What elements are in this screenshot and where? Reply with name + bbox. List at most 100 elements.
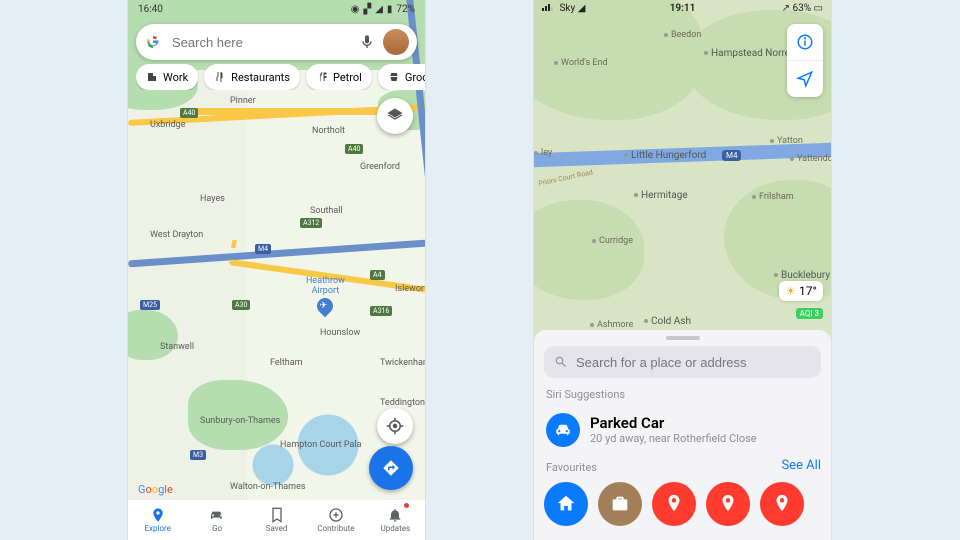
city-label: Sunbury-on-Thames: [200, 416, 280, 426]
map-controls: [787, 24, 823, 97]
town-label: Ashmore: [590, 320, 633, 330]
city-label: Isleworth: [395, 284, 425, 294]
battery-percent: 63%: [792, 3, 811, 14]
google-logo-icon: [144, 33, 162, 51]
city-label: Greenford: [360, 162, 400, 172]
sun-icon: ☀: [785, 284, 796, 298]
chip-groce[interactable]: Groce: [378, 64, 425, 90]
nav-updates[interactable]: Updates: [366, 500, 425, 540]
wifi-icon: ◢: [375, 4, 383, 15]
city-label: Southall: [310, 206, 343, 216]
parked-car-subtitle: 20 yd away, near Rotherfield Close: [590, 432, 757, 445]
chip-work[interactable]: Work: [136, 64, 198, 90]
signal-icon: ▞: [364, 4, 372, 15]
road-shield: M3: [190, 450, 206, 460]
layers-button[interactable]: [377, 98, 413, 134]
road-shield: A30: [232, 300, 250, 310]
parked-car-suggestion[interactable]: Parked Car 20 yd away, near Rotherfield …: [544, 407, 821, 453]
road-shield: A4: [370, 270, 385, 280]
town-label: Cold Ash: [644, 316, 691, 327]
favourite-work[interactable]: [598, 482, 642, 526]
nav-go[interactable]: Go: [187, 500, 246, 540]
town-label: Hampstead Norreys: [704, 48, 800, 59]
nav-explore[interactable]: Explore: [128, 500, 187, 540]
m4-road-shield: M4: [722, 150, 741, 161]
apple-maps-screen: M4 Priors Court Road ley BeedonWorld's E…: [534, 0, 831, 540]
directions-button[interactable]: [369, 446, 413, 490]
favourites-row: [544, 482, 821, 526]
city-label: Teddington: [380, 398, 425, 408]
carrier-label: Sky: [559, 3, 575, 14]
favourite-pin-2[interactable]: [706, 482, 750, 526]
info-button[interactable]: [787, 24, 823, 61]
heathrow-airport-label[interactable]: Heathrow Airport: [306, 276, 345, 314]
favourite-home[interactable]: [544, 482, 588, 526]
status-time: 16:40: [138, 4, 163, 15]
weather-badge[interactable]: ☀ 17° AQI 3: [779, 280, 823, 320]
car-icon: [546, 413, 580, 447]
city-label: Pinner: [230, 96, 256, 106]
location-arrow-icon: ↗: [782, 3, 790, 14]
my-location-button[interactable]: [377, 408, 413, 444]
road-name-label: Priors Court Road: [538, 168, 594, 187]
town-label: Curridge: [592, 236, 633, 246]
town-label: Frilsham: [752, 192, 794, 202]
status-time: 19:11: [670, 3, 696, 14]
road-shield: A40: [180, 108, 198, 118]
favourites-header: Favourites: [546, 461, 597, 474]
sheet-grabber[interactable]: [666, 336, 700, 340]
town-label: Beedon: [664, 30, 701, 40]
city-label: Hounslow: [320, 328, 360, 338]
search-icon: [554, 355, 568, 369]
search-bar[interactable]: [136, 24, 417, 60]
road-shield: A316: [370, 306, 392, 316]
siri-suggestions-header: Siri Suggestions: [546, 388, 819, 401]
sheet-search-input[interactable]: [574, 354, 811, 371]
city-label: Feltham: [270, 358, 303, 368]
favourite-pin-3[interactable]: [760, 482, 804, 526]
city-label: Hampton Court Pala: [280, 440, 361, 450]
road-shield: M4: [255, 244, 271, 254]
google-attribution: Google: [138, 483, 173, 496]
ios-status-bar: Sky ◢ 19:11 ↗ 63% ▭: [534, 0, 831, 16]
nav-contribute[interactable]: Contribute: [306, 500, 365, 540]
see-all-link[interactable]: See All: [781, 458, 821, 473]
road-shield: M25: [140, 300, 160, 310]
search-input[interactable]: [170, 34, 359, 51]
tracking-button[interactable]: [787, 61, 823, 97]
town-label: World's End: [554, 58, 608, 68]
location-dot-icon: ◉: [351, 4, 360, 15]
road-shield: A40: [345, 144, 363, 154]
chip-restaurants[interactable]: Restaurants: [204, 64, 300, 90]
town-label: Yattendon: [790, 154, 831, 164]
signal-bars-icon: [542, 4, 553, 11]
town-label: Hermitage: [634, 190, 688, 201]
parked-car-title: Parked Car: [590, 415, 757, 432]
aqi-badge: AQI 3: [796, 308, 823, 319]
google-maps-screen: PinnerUxbridgeNortholtGreenfordHayesSout…: [128, 0, 425, 540]
road-shield: A312: [300, 218, 322, 228]
notification-dot: [404, 503, 409, 508]
airport-pin-icon: [314, 295, 337, 318]
bottom-nav: ExploreGoSavedContributeUpdates: [128, 500, 425, 540]
nav-saved[interactable]: Saved: [247, 500, 306, 540]
sheet-search-bar[interactable]: [544, 346, 821, 378]
wifi-icon: ◢: [578, 3, 586, 14]
city-label: Hayes: [200, 194, 225, 204]
battery-icon: ▭: [814, 3, 823, 14]
profile-avatar[interactable]: [383, 29, 409, 55]
battery-percent: 72%: [396, 4, 415, 15]
city-label: Stanwell: [160, 342, 194, 352]
city-label: Twickenham: [380, 358, 425, 368]
battery-icon: ▮: [387, 4, 393, 15]
android-status-bar: 16:40 ◉ ▞ ◢ ▮ 72%: [128, 0, 425, 18]
search-sheet[interactable]: Siri Suggestions Parked Car 20 yd away, …: [534, 330, 831, 540]
favourite-pin-1[interactable]: [652, 482, 696, 526]
category-chips-row[interactable]: WorkRestaurantsPetrolGroce: [136, 64, 425, 90]
city-label: Walton-on-Thames: [230, 482, 306, 492]
town-label: Yatton: [770, 136, 803, 146]
chip-petrol[interactable]: Petrol: [306, 64, 372, 90]
town-label: Little Hungerford: [624, 150, 706, 161]
city-label: Uxbridge: [150, 120, 186, 130]
mic-icon[interactable]: [359, 34, 375, 50]
